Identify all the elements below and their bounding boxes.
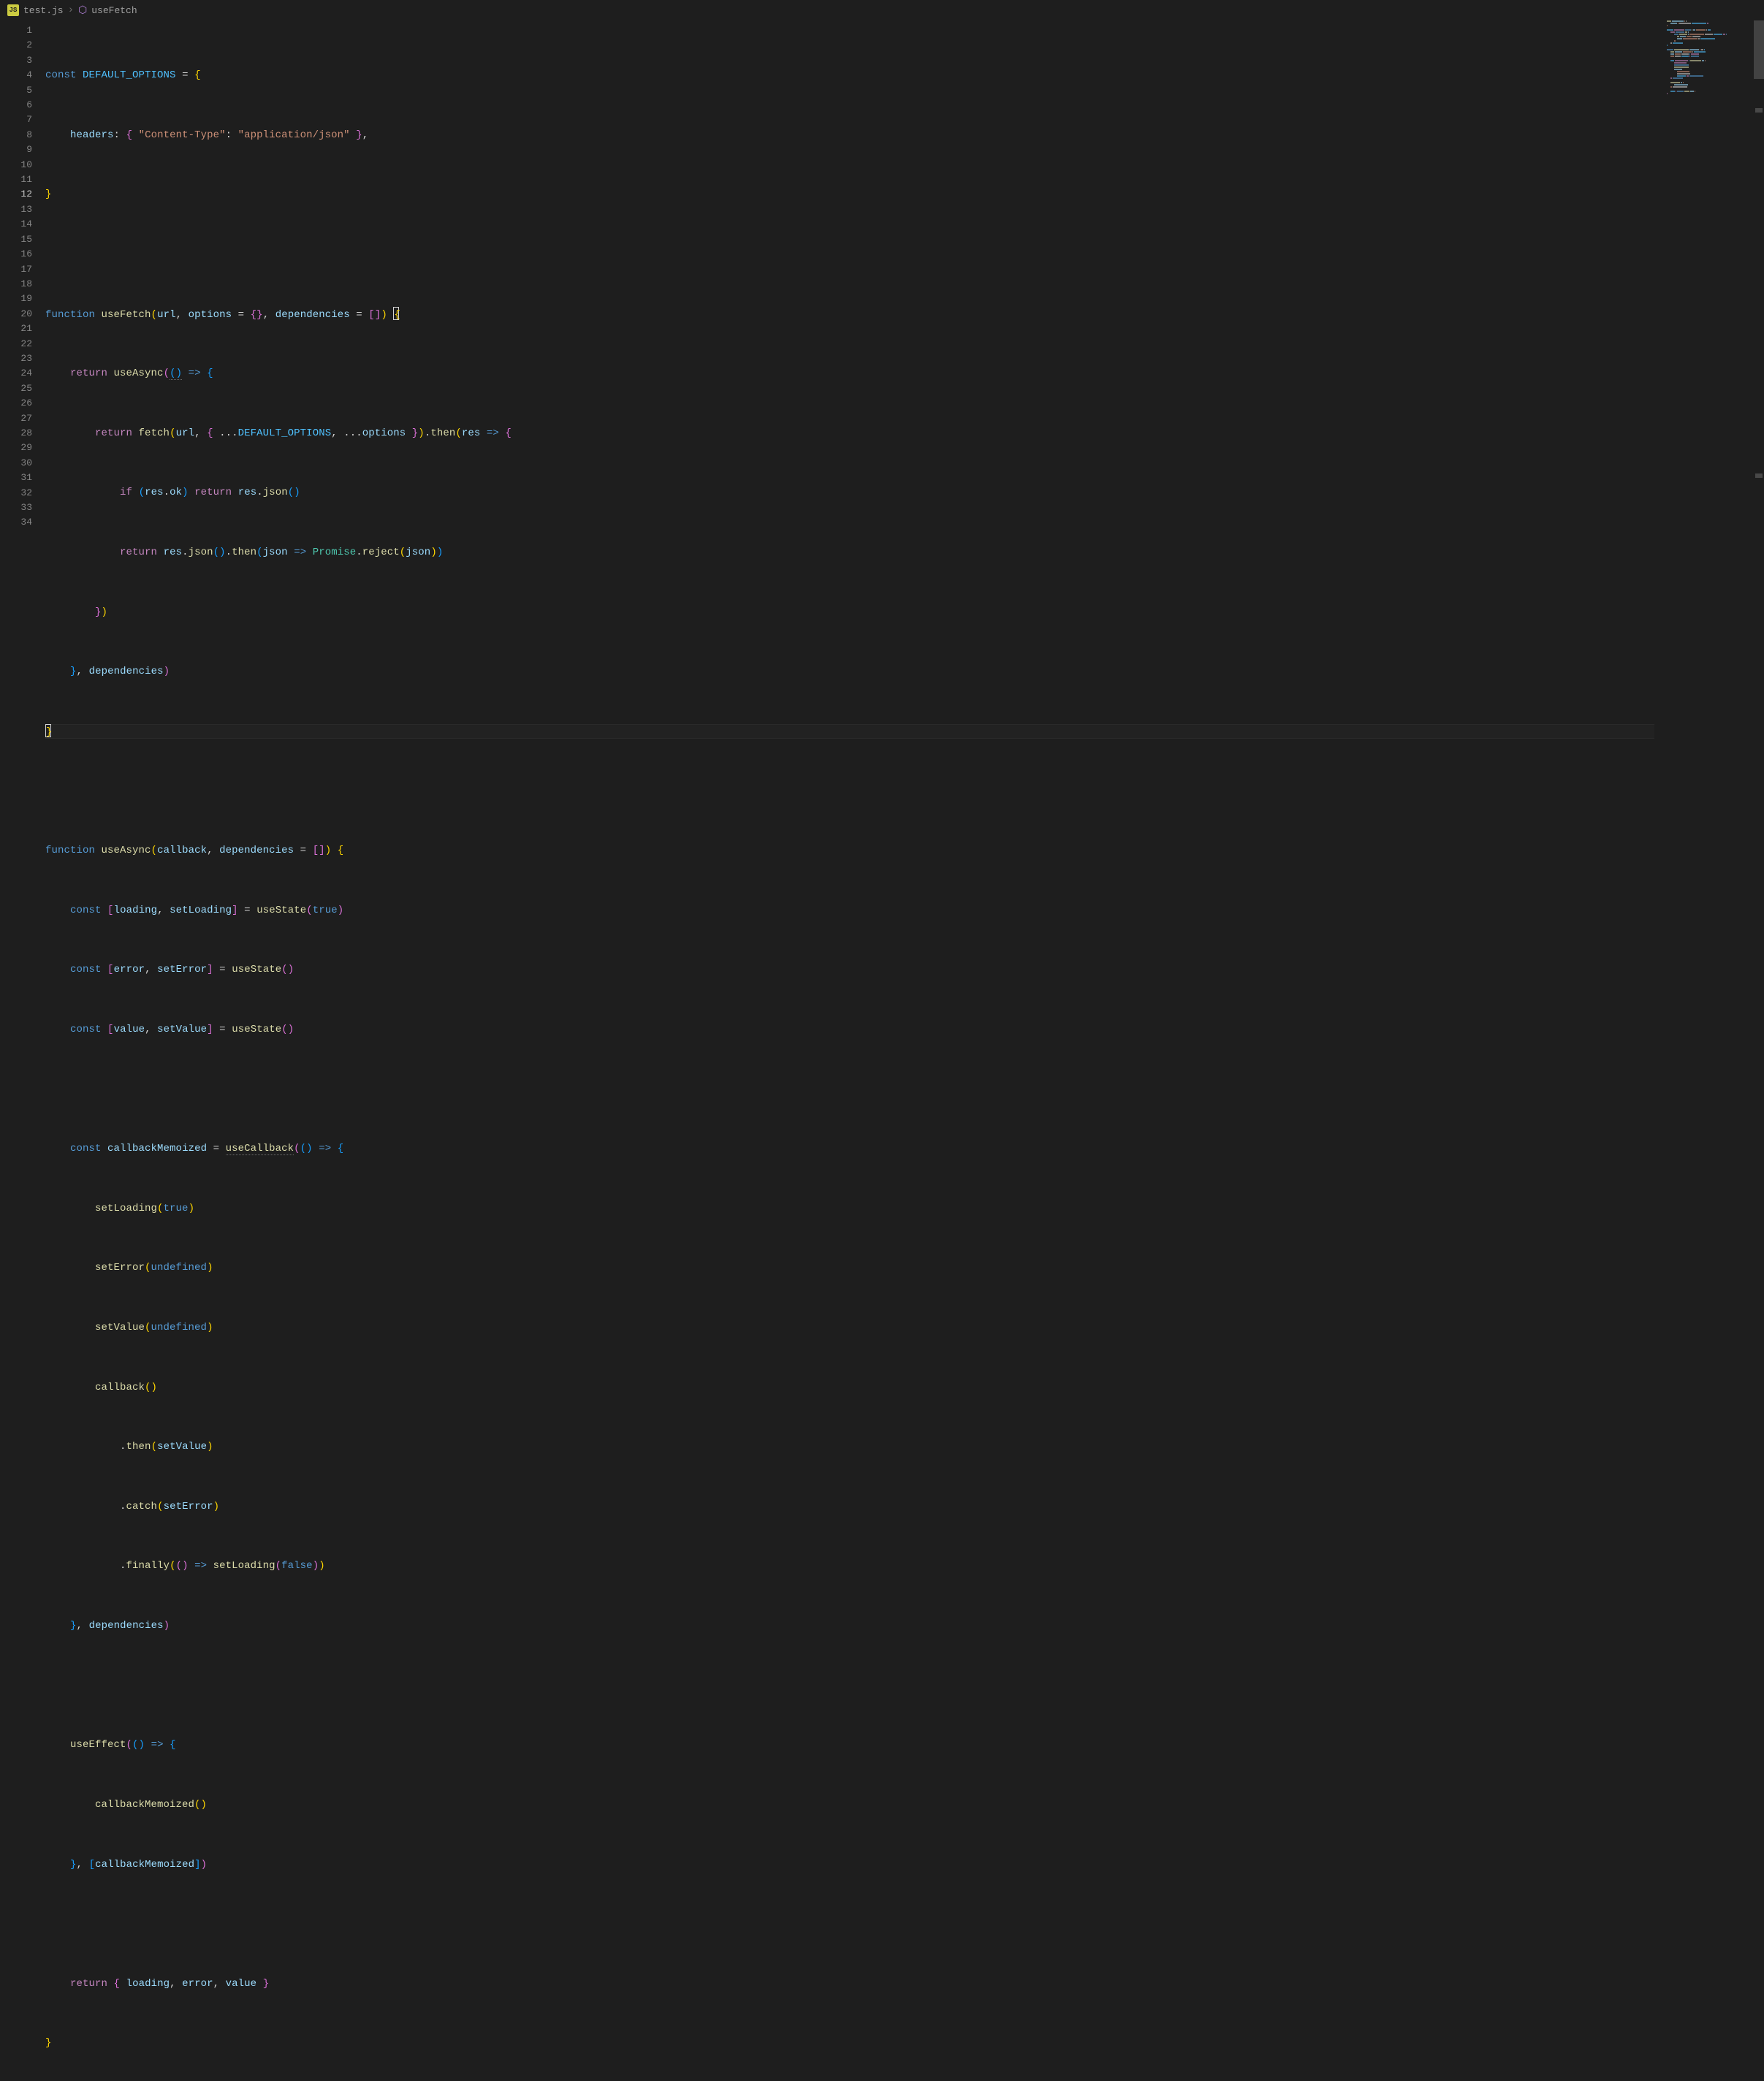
editor[interactable]: 1234567891011121314151617181920212223242… xyxy=(0,20,1764,1154)
code-line[interactable]: }, [callbackMemoized]) xyxy=(45,1857,1764,1872)
code-line[interactable]: }, dependencies) xyxy=(45,664,1764,679)
breadcrumb[interactable]: JS test.js › ⬡ useFetch xyxy=(0,0,1764,20)
code-area[interactable]: const DEFAULT_OPTIONS = { headers: { "Co… xyxy=(45,20,1764,1154)
string-application-json: "application/json" xyxy=(238,129,350,141)
code-line[interactable]: function useFetch(url, options = {}, dep… xyxy=(45,307,1764,322)
code-line[interactable]: const [loading, setLoading] = useState(t… xyxy=(45,903,1764,918)
line-number[interactable]: 26 xyxy=(0,396,32,411)
line-number[interactable]: 15 xyxy=(0,232,32,247)
line-number[interactable]: 34 xyxy=(0,515,32,530)
line-number[interactable]: 10 xyxy=(0,158,32,172)
bracket-match-close: } xyxy=(45,724,51,737)
line-number[interactable]: 28 xyxy=(0,426,32,441)
vertical-scrollbar[interactable] xyxy=(1754,20,1764,1154)
line-number[interactable]: 27 xyxy=(0,411,32,426)
line-number[interactable]: 32 xyxy=(0,486,32,501)
code-line[interactable] xyxy=(45,784,1764,799)
line-number[interactable]: 9 xyxy=(0,142,32,157)
code-line[interactable]: if (res.ok) return res.json() xyxy=(45,485,1764,500)
line-number[interactable]: 20 xyxy=(0,307,32,322)
line-number[interactable]: 4 xyxy=(0,68,32,83)
line-number[interactable]: 18 xyxy=(0,277,32,292)
code-line[interactable]: return useAsync(() => { xyxy=(45,366,1764,381)
function-useasync: useAsync xyxy=(102,845,151,856)
code-line[interactable]: }, dependencies) xyxy=(45,1618,1764,1633)
line-number[interactable]: 8 xyxy=(0,128,32,142)
code-line[interactable]: const [value, setValue] = useState() xyxy=(45,1022,1764,1037)
type-promise: Promise xyxy=(313,547,357,558)
function-usefetch: useFetch xyxy=(102,309,151,321)
line-number[interactable]: 23 xyxy=(0,351,32,366)
code-line[interactable]: headers: { "Content-Type": "application/… xyxy=(45,128,1764,142)
overview-marker xyxy=(1755,473,1763,478)
line-number[interactable]: 16 xyxy=(0,247,32,262)
chevron-right-icon: › xyxy=(68,4,74,16)
code-line[interactable]: useEffect(() => { xyxy=(45,1738,1764,1752)
js-file-icon: JS xyxy=(7,4,19,16)
breadcrumb-file[interactable]: test.js xyxy=(23,5,64,16)
code-line[interactable]: callbackMemoized() xyxy=(45,1797,1764,1812)
line-number[interactable]: 7 xyxy=(0,113,32,127)
code-line[interactable]: callback() xyxy=(45,1380,1764,1395)
line-number[interactable]: 14 xyxy=(0,217,32,232)
code-line[interactable]: } xyxy=(45,187,1764,202)
symbol-function-icon: ⬡ xyxy=(78,4,87,17)
code-line[interactable]: }) xyxy=(45,605,1764,620)
code-line[interactable] xyxy=(45,247,1764,262)
code-line[interactable]: return res.json().then(json => Promise.r… xyxy=(45,545,1764,560)
code-line-active[interactable]: } xyxy=(45,724,1764,739)
line-number[interactable]: 17 xyxy=(0,262,32,277)
line-number[interactable]: 5 xyxy=(0,83,32,98)
line-number[interactable]: 22 xyxy=(0,337,32,351)
line-number[interactable]: 33 xyxy=(0,501,32,515)
minimap[interactable] xyxy=(1666,20,1754,167)
code-line[interactable]: setValue(undefined) xyxy=(45,1320,1764,1335)
code-line[interactable]: setLoading(true) xyxy=(45,1201,1764,1216)
keyword-const: const xyxy=(45,69,77,81)
line-number[interactable]: 6 xyxy=(0,98,32,113)
code-line[interactable]: .then(setValue) xyxy=(45,1439,1764,1454)
line-number[interactable]: 31 xyxy=(0,471,32,485)
line-number[interactable]: 19 xyxy=(0,292,32,306)
code-line[interactable]: .catch(setError) xyxy=(45,1499,1764,1514)
code-line[interactable] xyxy=(45,1917,1764,1931)
overview-marker xyxy=(1755,108,1763,113)
bracket-match-open: { xyxy=(393,307,399,320)
string-content-type: "Content-Type" xyxy=(139,129,226,141)
line-number[interactable]: 3 xyxy=(0,53,32,68)
line-number[interactable]: 30 xyxy=(0,456,32,471)
code-line[interactable]: function useAsync(callback, dependencies… xyxy=(45,843,1764,858)
active-line-highlight xyxy=(45,724,1654,739)
code-line[interactable] xyxy=(45,1678,1764,1693)
code-line[interactable]: .finally(() => setLoading(false)) xyxy=(45,1559,1764,1573)
line-number[interactable]: 2 xyxy=(0,38,32,53)
code-line[interactable]: const DEFAULT_OPTIONS = { xyxy=(45,68,1764,83)
line-number[interactable]: 24 xyxy=(0,366,32,381)
code-line[interactable]: return { loading, error, value } xyxy=(45,1977,1764,1991)
breadcrumb-symbol[interactable]: useFetch xyxy=(91,5,137,16)
line-number[interactable]: 21 xyxy=(0,322,32,336)
scrollbar-thumb[interactable] xyxy=(1754,20,1764,79)
code-line[interactable]: return fetch(url, { ...DEFAULT_OPTIONS, … xyxy=(45,426,1764,441)
identifier-default-options: DEFAULT_OPTIONS xyxy=(83,69,176,81)
code-line[interactable]: } xyxy=(45,2036,1764,2050)
line-number[interactable]: 1 xyxy=(0,23,32,38)
line-number[interactable]: 11 xyxy=(0,172,32,187)
code-line[interactable]: setError(undefined) xyxy=(45,1260,1764,1275)
code-line[interactable]: const [error, setError] = useState() xyxy=(45,962,1764,977)
line-number[interactable]: 25 xyxy=(0,381,32,396)
property-headers: headers xyxy=(70,129,114,141)
line-number[interactable]: 29 xyxy=(0,441,32,455)
line-number[interactable]: 13 xyxy=(0,202,32,217)
line-number-gutter[interactable]: 1234567891011121314151617181920212223242… xyxy=(0,20,45,1154)
line-number[interactable]: 12 xyxy=(0,187,32,202)
code-line[interactable] xyxy=(45,1082,1764,1097)
